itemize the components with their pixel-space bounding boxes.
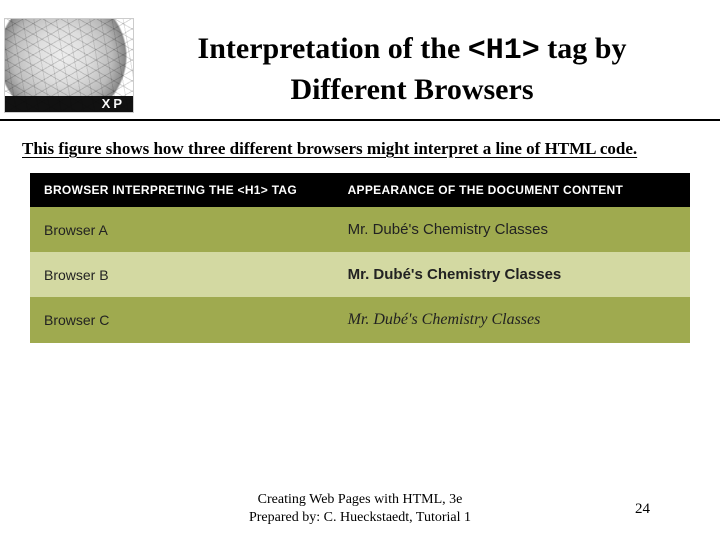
- cell-appearance: Mr. Dubé's Chemistry Classes: [334, 297, 690, 343]
- cell-appearance: Mr. Dubé's Chemistry Classes: [334, 252, 690, 297]
- footer-line1: Creating Web Pages with HTML, 3e: [249, 491, 471, 509]
- title-part2: tag by: [540, 32, 627, 65]
- divider: [0, 119, 720, 121]
- title-line2: Different Browsers: [291, 73, 534, 106]
- footer-line2: Prepared by: C. Hueckstaedt, Tutorial 1: [249, 509, 471, 527]
- logo-band: XP: [5, 96, 133, 112]
- figure-caption: This figure shows how three different br…: [22, 139, 720, 159]
- table-row: Browser C Mr. Dubé's Chemistry Classes: [30, 297, 690, 343]
- browser-table-wrap: BROWSER INTERPRETING THE <H1> TAG APPEAR…: [30, 173, 690, 343]
- slide-title: Interpretation of the <H1> tag by Differ…: [134, 30, 690, 108]
- cell-browser: Browser B: [30, 252, 334, 297]
- title-part1: Interpretation of the: [198, 32, 468, 65]
- title-code: <H1>: [468, 34, 540, 68]
- table-row: Browser A Mr. Dubé's Chemistry Classes: [30, 207, 690, 252]
- table-row: Browser B Mr. Dubé's Chemistry Classes: [30, 252, 690, 297]
- table-header-col2: APPEARANCE OF THE DOCUMENT CONTENT: [334, 173, 690, 207]
- cell-browser: Browser A: [30, 207, 334, 252]
- logo-graphic: XP: [4, 18, 134, 113]
- cell-browser: Browser C: [30, 297, 334, 343]
- browser-table: BROWSER INTERPRETING THE <H1> TAG APPEAR…: [30, 173, 690, 343]
- title-area: Interpretation of the <H1> tag by Differ…: [134, 18, 720, 108]
- slide-header: XP Interpretation of the <H1> tag by Dif…: [0, 0, 720, 113]
- page-number: 24: [635, 501, 650, 518]
- cell-appearance: Mr. Dubé's Chemistry Classes: [334, 207, 690, 252]
- table-header-row: BROWSER INTERPRETING THE <H1> TAG APPEAR…: [30, 173, 690, 207]
- slide-footer: Creating Web Pages with HTML, 3e Prepare…: [0, 491, 720, 526]
- footer-center: Creating Web Pages with HTML, 3e Prepare…: [249, 491, 471, 526]
- table-header-col1: BROWSER INTERPRETING THE <H1> TAG: [30, 173, 334, 207]
